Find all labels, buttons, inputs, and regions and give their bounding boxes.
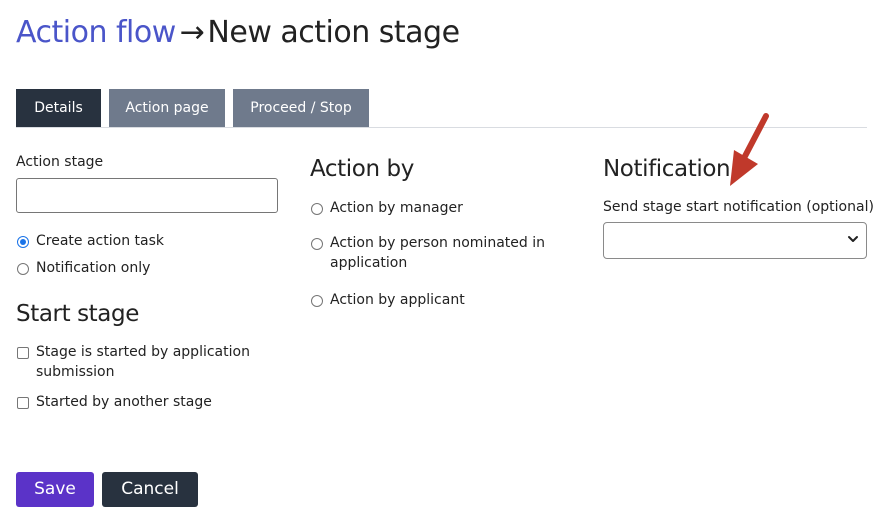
action-by-nominated-label[interactable]: Action by person nominated in applicatio… bbox=[330, 233, 545, 273]
notification-heading: Notification bbox=[603, 156, 731, 182]
action-by-heading: Action by bbox=[310, 156, 414, 182]
started-by-submission-label[interactable]: Stage is started by application submissi… bbox=[36, 342, 250, 382]
breadcrumb-arrow: → bbox=[179, 15, 205, 50]
chevron-down-icon bbox=[848, 236, 858, 242]
action-by-manager-radio[interactable] bbox=[311, 203, 323, 215]
action-by-manager-label[interactable]: Action by manager bbox=[330, 198, 463, 218]
tab-proceed-stop[interactable]: Proceed / Stop bbox=[233, 89, 369, 127]
notification-only-radio[interactable] bbox=[17, 263, 29, 275]
action-by-nominated-radio[interactable] bbox=[311, 238, 323, 250]
create-action-task-label[interactable]: Create action task bbox=[36, 231, 164, 251]
tab-details[interactable]: Details bbox=[16, 89, 101, 127]
page-title: Action flow → New action stage bbox=[16, 14, 460, 52]
breadcrumb-action-flow-link[interactable]: Action flow bbox=[16, 15, 176, 50]
save-button[interactable]: Save bbox=[16, 472, 94, 507]
started-by-another-stage-label[interactable]: Started by another stage bbox=[36, 392, 212, 412]
started-by-another-stage-checkbox[interactable] bbox=[17, 397, 29, 409]
notification-select-label: Send stage start notification (optional) bbox=[603, 199, 874, 215]
started-by-submission-checkbox[interactable] bbox=[17, 347, 29, 359]
breadcrumb-current: New action stage bbox=[207, 15, 460, 50]
tab-action-page[interactable]: Action page bbox=[109, 89, 225, 127]
red-arrow-annotation-icon bbox=[730, 113, 769, 186]
create-action-task-radio[interactable] bbox=[17, 236, 29, 248]
cancel-button[interactable]: Cancel bbox=[102, 472, 198, 507]
notification-select[interactable] bbox=[603, 222, 867, 259]
notification-only-label[interactable]: Notification only bbox=[36, 258, 150, 278]
action-by-applicant-radio[interactable] bbox=[311, 295, 323, 307]
start-stage-heading: Start stage bbox=[16, 301, 139, 327]
action-stage-label: Action stage bbox=[16, 154, 104, 170]
action-by-applicant-label[interactable]: Action by applicant bbox=[330, 290, 465, 310]
action-stage-input[interactable] bbox=[16, 178, 278, 213]
